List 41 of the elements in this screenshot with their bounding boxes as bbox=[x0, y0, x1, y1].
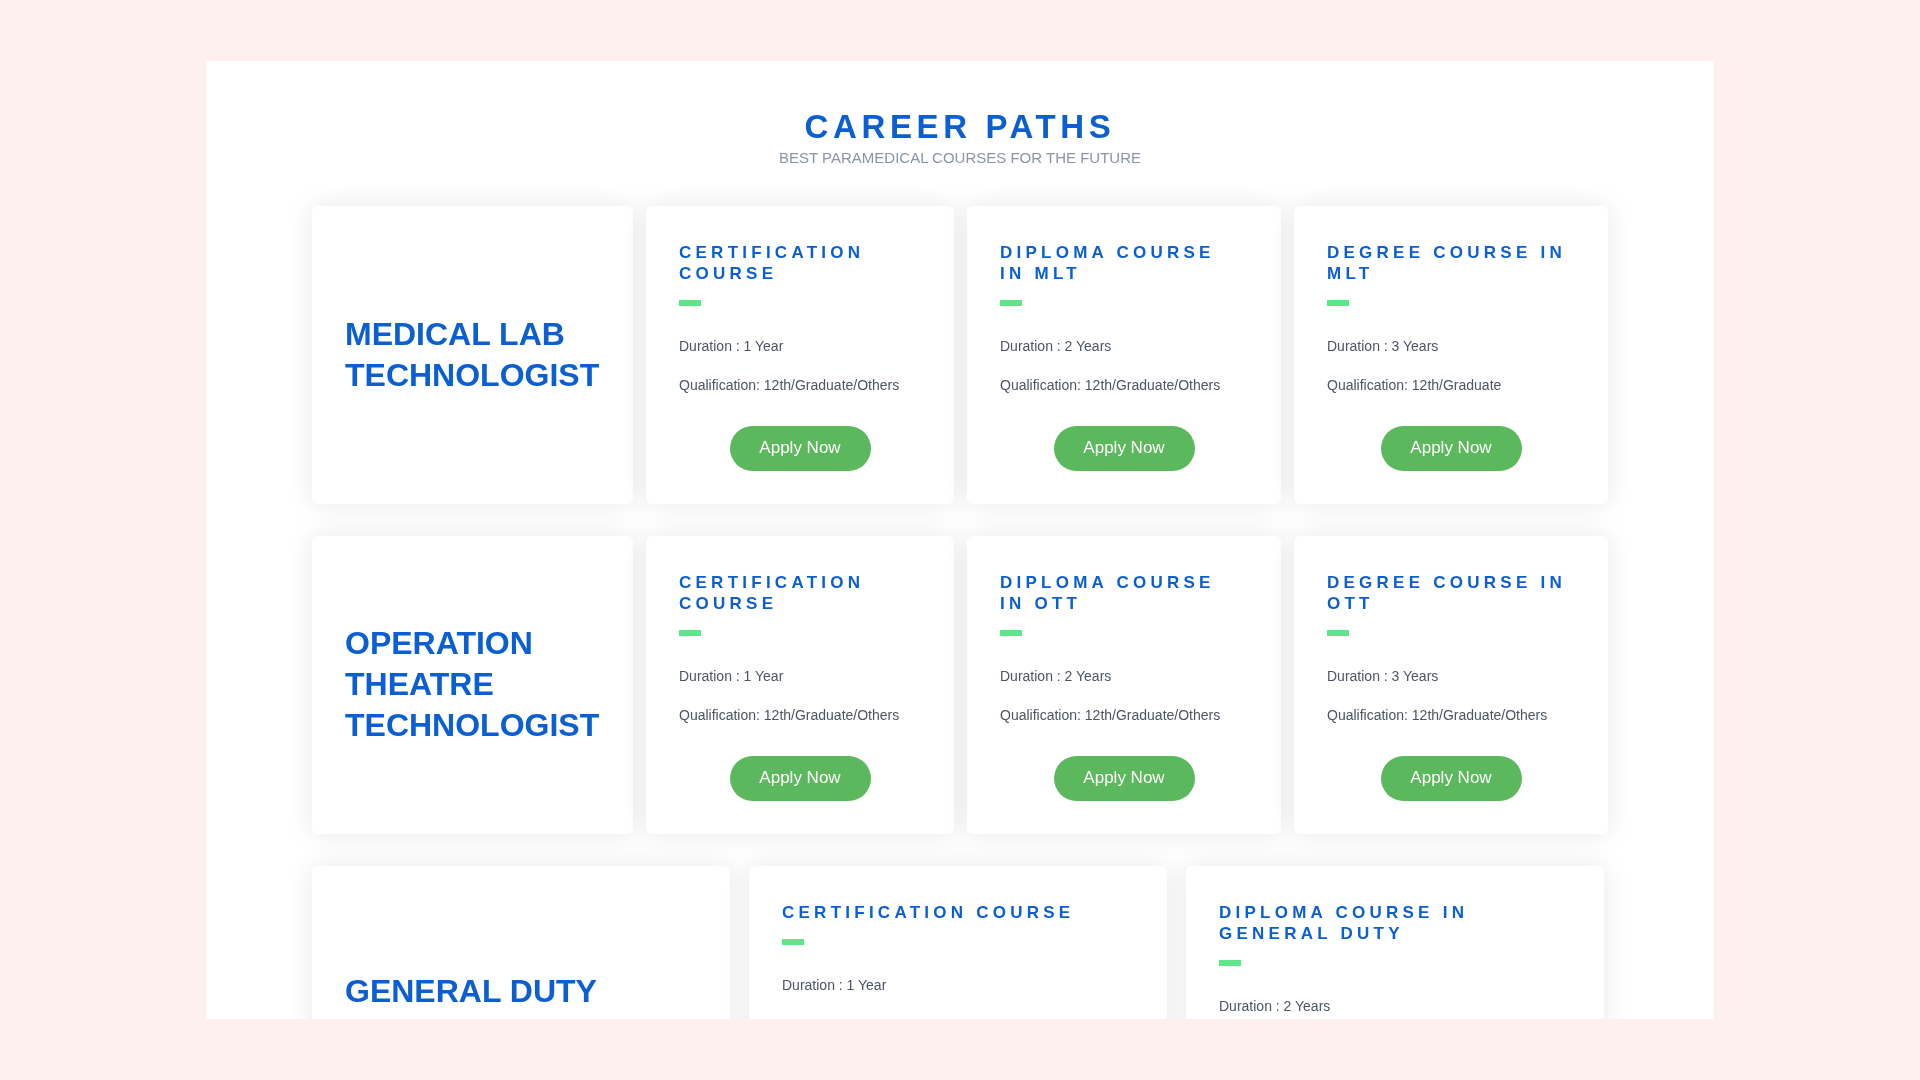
course-duration: Duration : 1 Year bbox=[679, 666, 785, 686]
accent-bar bbox=[679, 299, 701, 306]
course-qualification: Qualification: 12th/Graduate bbox=[1327, 375, 1503, 395]
course-title: DIPLOMA COURSE IN OTT bbox=[1000, 571, 1216, 614]
course-title: CERTIFICATION COURSE bbox=[679, 571, 866, 614]
course-duration: Duration : 2 Years bbox=[1000, 336, 1113, 356]
course-duration: Duration : 2 Years bbox=[1219, 996, 1332, 1016]
apply-button[interactable]: Apply Now bbox=[729, 755, 871, 801]
career-title: OPERATION THEATRE TECHNOLOGIST bbox=[345, 624, 600, 745]
accent-bar bbox=[782, 938, 804, 945]
course-title: DIPLOMA COURSE IN GENERAL DUTY bbox=[1219, 901, 1470, 944]
career-title: GENERAL DUTY bbox=[345, 971, 597, 1011]
course-duration: Duration : 3 Years bbox=[1327, 336, 1440, 356]
accent-bar bbox=[679, 629, 701, 636]
accent-bar bbox=[1219, 959, 1241, 966]
course-title: DIPLOMA COURSE IN MLT bbox=[1000, 241, 1216, 284]
accent-bar bbox=[1327, 629, 1349, 636]
course-qualification: Qualification: 12th/Graduate/Others bbox=[679, 375, 901, 395]
career-title: MEDICAL LAB TECHNOLOGIST bbox=[345, 314, 600, 395]
apply-button[interactable]: Apply Now bbox=[1380, 755, 1522, 801]
course-title: CERTIFICATION COURSE bbox=[782, 901, 1076, 923]
apply-button[interactable]: Apply Now bbox=[1380, 425, 1522, 471]
course-duration: Duration : 2 Years bbox=[1000, 666, 1113, 686]
accent-bar bbox=[1327, 299, 1349, 306]
course-title: CERTIFICATION COURSE bbox=[679, 241, 866, 284]
course-qualification: Qualification: 12th/Graduate/Others bbox=[679, 705, 901, 725]
course-title: DEGREE COURSE IN MLT bbox=[1327, 241, 1567, 284]
section-title: CAREER PATHS bbox=[804, 107, 1116, 147]
course-qualification: Qualification: 12th/Graduate/Others bbox=[1327, 705, 1549, 725]
apply-button[interactable]: Apply Now bbox=[729, 425, 871, 471]
course-duration: Duration : 1 Year bbox=[782, 975, 888, 995]
course-qualification: Qualification: 12th/Graduate/Others bbox=[1000, 375, 1222, 395]
accent-bar bbox=[1000, 299, 1022, 306]
course-qualification: Qualification: 12th/Graduate/Others bbox=[1000, 705, 1222, 725]
course-duration: Duration : 3 Years bbox=[1327, 666, 1440, 686]
apply-button[interactable]: Apply Now bbox=[1053, 425, 1195, 471]
course-title: DEGREE COURSE IN OTT bbox=[1327, 571, 1567, 614]
accent-bar bbox=[1000, 629, 1022, 636]
apply-button[interactable]: Apply Now bbox=[1053, 755, 1195, 801]
course-duration: Duration : 1 Year bbox=[679, 336, 785, 356]
section-subtitle: BEST PARAMEDICAL COURSES FOR THE FUTURE bbox=[779, 148, 1141, 168]
